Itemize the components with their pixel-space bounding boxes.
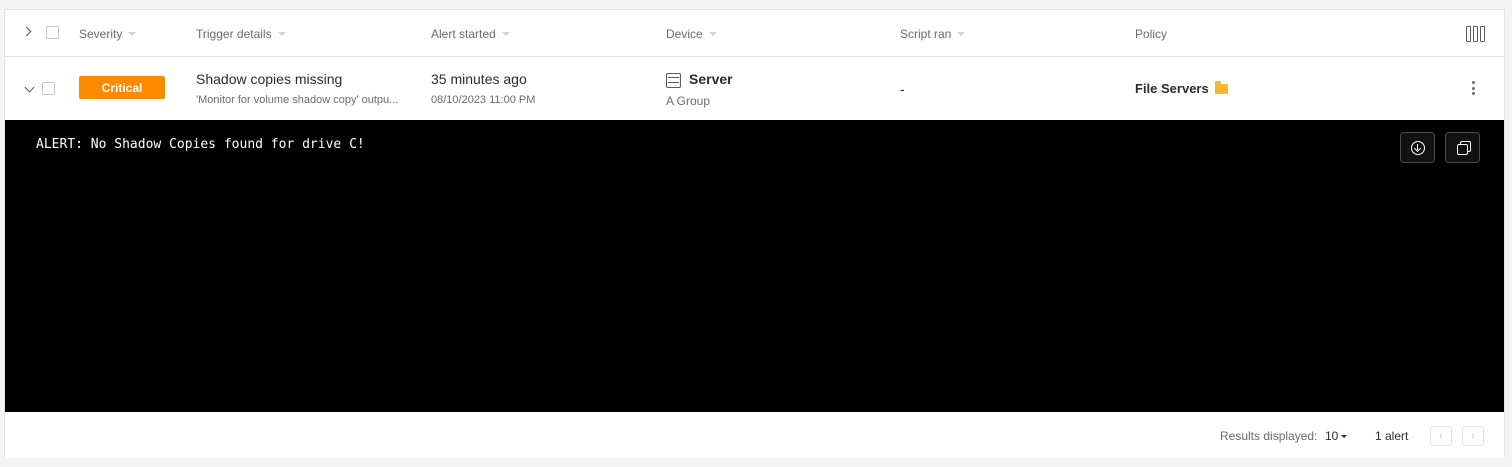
sort-icon [128, 32, 137, 36]
next-page-button[interactable]: › [1462, 426, 1484, 446]
device-name[interactable]: Server [689, 71, 733, 87]
table-header: Severity Trigger details Alert started D… [5, 10, 1504, 57]
column-header-severity[interactable]: Severity [79, 10, 137, 57]
server-icon [666, 73, 681, 88]
table-footer: Results displayed: 10 1 alert ‹ › [5, 412, 1504, 458]
results-per-page-select[interactable]: 10 [1325, 429, 1338, 443]
column-header-policy: Policy [1135, 26, 1168, 41]
row-checkbox[interactable] [42, 82, 55, 95]
table-row[interactable]: Critical Shadow copies missing 'Monitor … [5, 57, 1504, 120]
severity-badge: Critical [79, 76, 165, 99]
collapse-row-chevron-icon[interactable] [24, 82, 35, 93]
sort-icon [277, 32, 286, 36]
folder-icon [1215, 81, 1228, 94]
alert-count: 1 alert [1375, 429, 1409, 443]
sort-icon [957, 32, 966, 36]
sort-icon [708, 32, 717, 36]
more-options-icon[interactable] [1472, 81, 1476, 95]
column-header-alert-started[interactable]: Alert started [431, 10, 510, 57]
column-header-trigger-details[interactable]: Trigger details [196, 10, 286, 57]
column-header-script-ran[interactable]: Script ran [900, 10, 966, 57]
trigger-title: Shadow copies missing [196, 71, 343, 87]
results-displayed-label: Results displayed: [1220, 429, 1318, 443]
previous-page-button[interactable]: ‹ [1430, 426, 1452, 446]
select-all-checkbox[interactable] [46, 26, 59, 39]
policy-name[interactable]: File Servers [1135, 81, 1209, 96]
chevron-down-icon[interactable] [1341, 435, 1347, 438]
copy-icon [1457, 141, 1471, 155]
column-settings-icon[interactable] [1466, 26, 1486, 42]
column-header-device[interactable]: Device [666, 10, 717, 57]
script-output-console: ALERT: No Shadow Copies found for drive … [5, 120, 1504, 412]
copy-output-button[interactable] [1445, 132, 1480, 163]
device-group: A Group [666, 94, 711, 108]
alert-started-relative: 35 minutes ago [431, 71, 527, 87]
alert-started-absolute: 08/10/2023 11:00 PM [431, 94, 536, 106]
alerts-table: Severity Trigger details Alert started D… [4, 9, 1505, 458]
expand-all-chevron-icon[interactable] [21, 26, 32, 37]
trigger-detail: 'Monitor for volume shadow copy' outpu..… [196, 94, 399, 106]
script-ran-value: - [900, 81, 905, 97]
console-output-text: ALERT: No Shadow Copies found for drive … [36, 137, 365, 152]
download-output-button[interactable] [1400, 132, 1435, 163]
sort-icon [501, 32, 510, 36]
download-icon [1411, 141, 1425, 155]
